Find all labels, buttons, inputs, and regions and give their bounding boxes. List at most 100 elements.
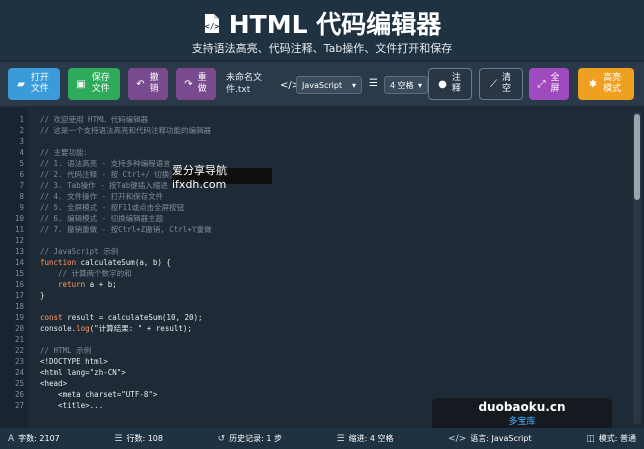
status-chars: A 字数: 2107 bbox=[8, 433, 60, 444]
clear-label: 清空 bbox=[501, 73, 511, 94]
line-number: 1 bbox=[19, 115, 24, 124]
fullscreen-label: 全屏 bbox=[550, 73, 560, 94]
page-title-row: </> HTML 代码编辑器 bbox=[0, 5, 644, 41]
folder-open-icon: ▰ bbox=[17, 78, 25, 90]
header: </> HTML 代码编辑器 支持语法高亮、代码注释、Tab操作、文件打开和保存 bbox=[0, 0, 644, 60]
expand-icon: ⤢ bbox=[537, 78, 546, 90]
status-bar: A 字数: 2107 ☰ 行数: 108 ↺ 历史记录: 1 步 ☰ 缩进: 4 空格 … bbox=[0, 428, 644, 449]
line-number: 5 bbox=[19, 159, 24, 168]
line-number: 10 bbox=[14, 214, 24, 223]
status-history-text: 历史记录: 1 步 bbox=[229, 434, 282, 443]
code-line: // 4. 文件操作 - 打开和保存文件 bbox=[40, 192, 164, 201]
code-line: // JavaScript 示例 bbox=[40, 247, 119, 256]
line-number: 25 bbox=[14, 379, 24, 388]
clear-button[interactable]: ⟋ 清空 bbox=[479, 68, 523, 100]
file-name: 未命名文件.txt bbox=[226, 73, 263, 95]
undo-label: 撤销 bbox=[149, 73, 159, 94]
line-number: 27 bbox=[14, 401, 24, 410]
code-line: // 5. 全屏模式 - 按F11或点击全屏按钮 bbox=[40, 203, 185, 212]
redo-button[interactable]: ↷ 重做 bbox=[176, 68, 216, 100]
line-number: 16 bbox=[14, 280, 24, 289]
code-line: function calculateSum(a, b) { bbox=[40, 258, 171, 267]
line-number: 13 bbox=[14, 247, 24, 256]
indent-select[interactable]: 4 空格 ▾ bbox=[384, 76, 428, 94]
code-line: return a + b; bbox=[58, 280, 117, 289]
watermark-name: 多宝库 bbox=[508, 417, 536, 427]
code-status-icon: </> bbox=[448, 433, 467, 444]
chevron-down-icon: ▾ bbox=[351, 80, 356, 90]
status-mode-text: 模式: 普通 bbox=[598, 434, 636, 443]
redo-label: 重做 bbox=[197, 73, 207, 94]
indent-status-icon: ☰ bbox=[336, 433, 345, 444]
code-line: <!DOCTYPE html> bbox=[40, 357, 108, 366]
theme-icon: ◫ bbox=[586, 433, 595, 444]
line-number: 11 bbox=[14, 225, 24, 234]
line-number: 21 bbox=[14, 335, 24, 344]
line-number: 4 bbox=[19, 148, 24, 157]
line-number: 8 bbox=[19, 192, 24, 201]
highlight-mode-label: 高亮模式 bbox=[603, 73, 622, 94]
editor-scrollbar[interactable] bbox=[633, 112, 641, 424]
line-number: 19 bbox=[14, 313, 24, 322]
code-line: // 7. 撤销重做 - 按Ctrl+Z撤销, Ctrl+Y重做 bbox=[40, 225, 212, 234]
code-line: } bbox=[40, 291, 45, 300]
language-select[interactable]: JavaScript ▾ bbox=[296, 76, 362, 94]
svg-text:</>: </> bbox=[205, 22, 220, 31]
code-line: const result = calculateSum(10, 20); bbox=[40, 313, 203, 322]
redo-icon: ↷ bbox=[184, 78, 193, 90]
list-icon: ☰ bbox=[114, 433, 123, 444]
indent-select-value: 4 空格 bbox=[390, 80, 414, 90]
open-file-button[interactable]: ▰ 打开文件 bbox=[8, 68, 60, 100]
code-line: // 计算两个数字的和 bbox=[40, 269, 132, 278]
undo-icon: ↶ bbox=[136, 78, 145, 90]
code-line: console.log("计算结果: " + result); bbox=[40, 324, 192, 333]
status-lines: ☰ 行数: 108 bbox=[114, 433, 163, 444]
code-line: // 6. 编辑模式 - 切换编辑器主题 bbox=[40, 214, 164, 223]
file-code-icon: </> bbox=[203, 12, 221, 41]
status-language-text: 语言: JavaScript bbox=[470, 434, 532, 443]
undo-button[interactable]: ↶ 撤销 bbox=[128, 68, 168, 100]
status-indent-text: 缩进: 4 空格 bbox=[348, 434, 394, 443]
line-number: 20 bbox=[14, 324, 24, 333]
code-line: <html lang="zh-CN"> bbox=[40, 368, 126, 377]
code-line: // 主要功能： bbox=[40, 148, 92, 157]
line-number: 23 bbox=[14, 357, 24, 366]
language-select-value: JavaScript bbox=[302, 80, 343, 90]
status-history: ↺ 历史记录: 1 步 bbox=[218, 433, 282, 444]
page-title: HTML 代码编辑器 bbox=[228, 10, 442, 39]
line-number: 26 bbox=[14, 390, 24, 399]
open-file-label: 打开文件 bbox=[30, 73, 49, 94]
code-line: // 3. Tab操作 - 按Tab键插入缩进 bbox=[40, 181, 168, 190]
line-number: 3 bbox=[19, 137, 24, 146]
save-file-label: 保存文件 bbox=[91, 73, 110, 94]
comment-button[interactable]: ● 注释 bbox=[428, 68, 472, 100]
comment-icon: ● bbox=[438, 78, 447, 90]
code-line: // 2. 代码注释 - 按 Ctrl+/ 切换注释 bbox=[40, 170, 185, 179]
fullscreen-button[interactable]: ⤢ 全屏 bbox=[529, 68, 569, 100]
line-number: 15 bbox=[14, 269, 24, 278]
highlight-mode-button[interactable]: ✱ 高亮模式 bbox=[578, 68, 634, 100]
line-number: 22 bbox=[14, 346, 24, 355]
status-mode: ◫ 模式: 普通 bbox=[586, 433, 636, 444]
chevron-down-icon: ▾ bbox=[417, 80, 422, 90]
broom-icon: ⟋ bbox=[490, 78, 497, 90]
scrollbar-thumb[interactable] bbox=[634, 114, 640, 200]
save-icon: ▣ bbox=[76, 78, 86, 90]
code-editor[interactable]: 1 // 欢迎使用 HTML 代码编辑器 2 // 这是一个支持语法高亮和代码注释功能… bbox=[0, 108, 644, 428]
line-number: 14 bbox=[14, 258, 24, 267]
page-subtitle: 支持语法高亮、代码注释、Tab操作、文件打开和保存 bbox=[191, 42, 453, 55]
line-number: 2 bbox=[19, 126, 24, 135]
line-number: 17 bbox=[14, 291, 24, 300]
status-language: </> 语言: JavaScript bbox=[448, 433, 531, 444]
code-line: <title>... bbox=[40, 401, 104, 410]
indent-icon: ☰ bbox=[369, 78, 378, 89]
code-line: <head> bbox=[40, 379, 68, 388]
save-file-button[interactable]: ▣ 保存文件 bbox=[68, 68, 120, 100]
line-number: 18 bbox=[14, 302, 24, 311]
line-number: 24 bbox=[14, 368, 24, 377]
watermark-ifxdh: 爱分享导航 ifxdh.com bbox=[172, 164, 272, 191]
code-line: // 欢迎使用 HTML 代码编辑器 bbox=[40, 115, 149, 124]
code-line: // 1. 语法高亮 - 支持多种编程语言 bbox=[40, 159, 171, 168]
watermark-domain: duobaoku.cn bbox=[478, 400, 566, 414]
status-indent: ☰ 缩进: 4 空格 bbox=[337, 433, 394, 444]
